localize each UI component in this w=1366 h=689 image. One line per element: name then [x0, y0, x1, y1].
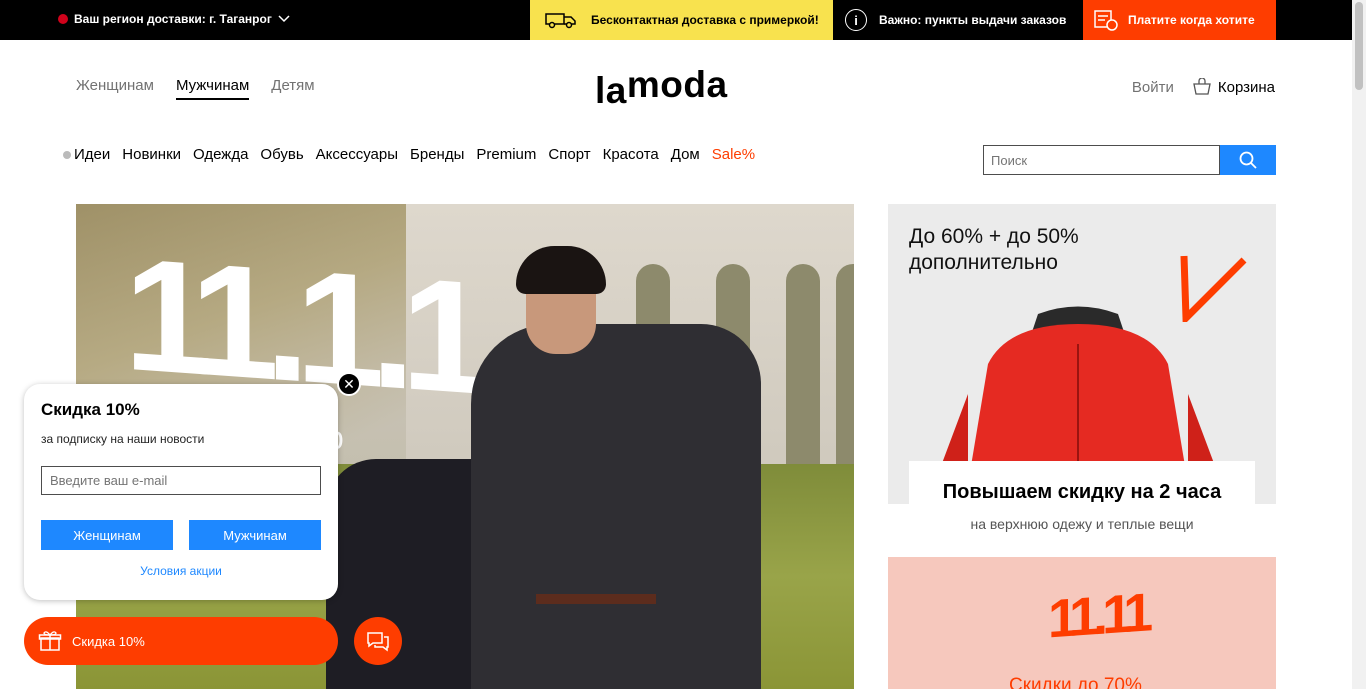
nav-item-home[interactable]: Дом: [671, 146, 700, 163]
nav-item-sale[interactable]: Sale%: [712, 146, 755, 163]
promo-outerwear-title: До 60% + до 50% дополнительно: [909, 225, 1079, 274]
chevron-down-icon: [278, 15, 290, 23]
chat-button[interactable]: [354, 617, 402, 665]
promo-1111-number: 11.11: [1048, 582, 1148, 650]
pay-later-banner[interactable]: Платите когда хотите: [1083, 0, 1276, 40]
terms-link[interactable]: Условия акции: [24, 564, 338, 578]
nav-item-sport[interactable]: Спорт: [548, 146, 590, 163]
region-dot-icon: [58, 14, 68, 24]
cart-icon[interactable]: [1192, 78, 1212, 96]
hero-arch: [836, 264, 854, 479]
tab-kids[interactable]: Детям: [271, 77, 314, 100]
promo-outerwear-subtitle: на верхнюю одежу и теплые вещи: [970, 516, 1194, 532]
region-label: Ваш регион доставки: г. Таганрог: [74, 12, 272, 26]
subscribe-women-button[interactable]: Женщинам: [41, 520, 173, 550]
nav-item-shoes[interactable]: Обувь: [260, 146, 303, 163]
tab-women[interactable]: Женщинам: [76, 77, 154, 100]
top-bar: Ваш регион доставки: г. Таганрог Бесконт…: [0, 0, 1352, 40]
discount-pill-button[interactable]: Скидка 10%: [24, 617, 338, 665]
popup-title: Скидка 10%: [41, 400, 140, 419]
header-actions: Войти Корзина: [1132, 78, 1275, 96]
promo-outerwear-caption: Повышаем скидку на 2 часа: [909, 461, 1255, 504]
search-input[interactable]: [983, 145, 1220, 175]
important-notice[interactable]: i Важно: пункты выдачи заказов: [845, 0, 1066, 40]
scrollbar-thumb[interactable]: [1355, 2, 1363, 90]
nav-item-brands[interactable]: Бренды: [410, 146, 464, 163]
search-bar: [983, 145, 1276, 175]
region-selector[interactable]: Ваш регион доставки: г. Таганрог: [58, 12, 290, 26]
promo-1111[interactable]: 11.11 Скидки до 70%: [888, 557, 1276, 689]
popup-text: за подписку на наши новости: [41, 432, 205, 446]
login-link[interactable]: Войти: [1132, 79, 1174, 96]
payment-icon: [1094, 10, 1118, 31]
chat-icon: [367, 632, 389, 652]
scrollbar[interactable]: [1352, 0, 1366, 689]
discount-pill-label: Скидка 10%: [72, 633, 145, 649]
gender-tabs: Женщинам Мужчинам Детям: [76, 77, 315, 100]
lamoda-logo[interactable]: lamoda: [595, 64, 728, 111]
cart-link[interactable]: Корзина: [1218, 79, 1275, 96]
nav-item-accessories[interactable]: Аксессуары: [316, 146, 398, 163]
tab-men[interactable]: Мужчинам: [175, 77, 250, 100]
nav-item-ideas[interactable]: Идеи: [63, 146, 110, 163]
search-button[interactable]: [1220, 145, 1276, 175]
nav-item-beauty[interactable]: Красота: [603, 146, 659, 163]
search-icon: [1239, 151, 1257, 169]
hero-arch: [786, 264, 820, 479]
truck-icon: [545, 13, 576, 29]
pay-text: Платите когда хотите: [1128, 13, 1255, 27]
important-text: Важно: пункты выдачи заказов: [879, 13, 1067, 27]
model-chair: [536, 594, 656, 689]
delivery-text: Бесконтактная доставка с примеркой!: [591, 13, 819, 27]
nav-item-premium[interactable]: Premium: [476, 146, 536, 163]
subscribe-men-button[interactable]: Мужчинам: [189, 520, 321, 550]
promo-1111-text: Скидки до 70%: [1009, 675, 1142, 689]
close-icon[interactable]: ✕: [337, 372, 361, 396]
promo-outerwear[interactable]: До 60% + до 50% дополнительно Повышаем ск…: [888, 204, 1276, 504]
gift-icon: [38, 631, 62, 651]
category-nav: Идеи Новинки Одежда Обувь Аксессуары Бре…: [63, 146, 755, 163]
nav-item-clothes[interactable]: Одежда: [193, 146, 248, 163]
ideas-dot-icon: [63, 151, 71, 160]
nav-item-new[interactable]: Новинки: [122, 146, 181, 163]
email-field[interactable]: [41, 466, 321, 495]
subscribe-popup: Скидка 10% за подписку на наши новости Ж…: [24, 384, 338, 600]
delivery-banner[interactable]: Бесконтактная доставка с примеркой!: [530, 0, 833, 40]
info-icon: i: [845, 9, 867, 31]
